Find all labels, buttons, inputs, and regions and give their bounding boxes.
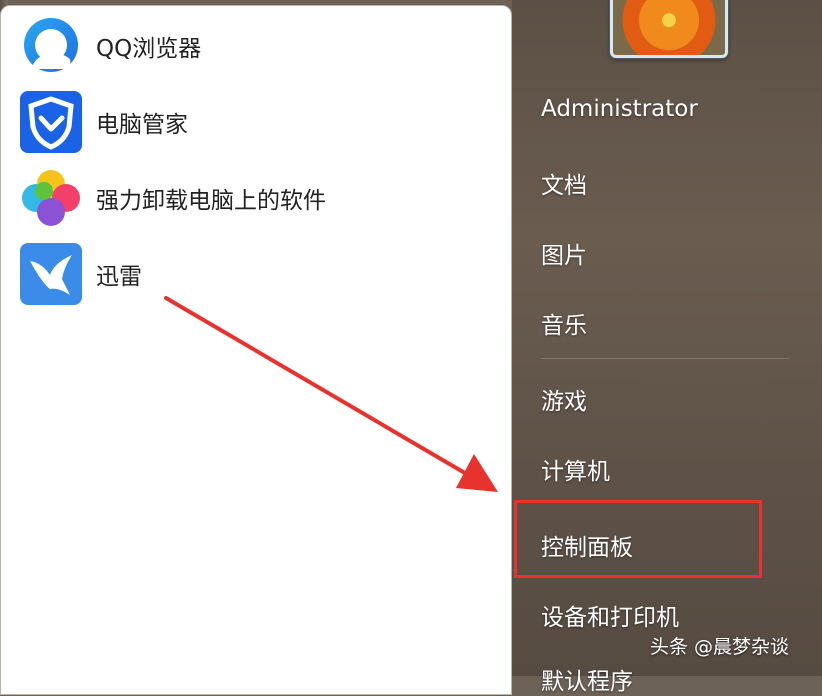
red-arrow-annotation xyxy=(164,296,498,492)
watermark: 头条 @晨梦杂谈 xyxy=(650,636,790,658)
